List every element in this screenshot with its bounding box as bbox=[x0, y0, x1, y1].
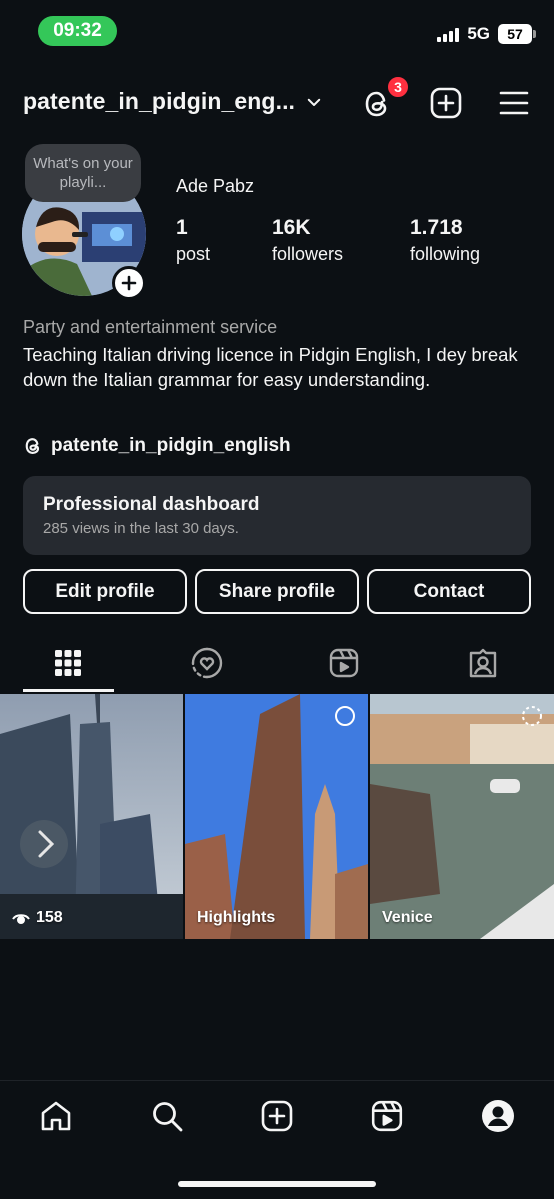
tab-collabs[interactable] bbox=[161, 643, 253, 683]
notification-badge: 3 bbox=[386, 75, 410, 99]
threads-handle: patente_in_pidgin_english bbox=[51, 435, 291, 456]
reels-icon bbox=[329, 648, 359, 678]
threads-link[interactable]: patente_in_pidgin_english bbox=[23, 435, 291, 457]
nav-create[interactable] bbox=[257, 1096, 297, 1136]
nav-home[interactable] bbox=[36, 1096, 76, 1136]
share-profile-button[interactable]: Share profile bbox=[195, 569, 359, 614]
dashboard-title: Professional dashboard bbox=[43, 494, 260, 515]
view-count: 158 bbox=[36, 909, 63, 926]
nav-search[interactable] bbox=[147, 1096, 187, 1136]
profile-icon bbox=[482, 1100, 514, 1132]
stat-label: following bbox=[410, 244, 481, 264]
stat-label: followers bbox=[272, 244, 344, 264]
status-time: 09:32 bbox=[38, 16, 117, 46]
username: patente_in_pidgin_eng... bbox=[23, 88, 296, 114]
nav-profile[interactable] bbox=[478, 1096, 518, 1136]
create-icon bbox=[261, 1100, 293, 1132]
grid-post-3[interactable]: Venice bbox=[370, 694, 554, 939]
grid-icon bbox=[55, 650, 81, 676]
post-thumbnail bbox=[0, 694, 183, 939]
nav-reels[interactable] bbox=[367, 1096, 407, 1136]
status-indicators: 5G 57 bbox=[437, 24, 536, 44]
dashboard-subtitle: 285 views in the last 30 days. bbox=[43, 520, 239, 537]
battery-level: 57 bbox=[507, 26, 523, 42]
tab-posts[interactable] bbox=[22, 643, 114, 683]
chevron-down-icon bbox=[307, 98, 321, 106]
stat-followers[interactable]: 16K followers bbox=[272, 216, 343, 265]
search-icon bbox=[153, 1102, 183, 1132]
note-bubble[interactable]: What's on your playli... bbox=[25, 144, 141, 202]
grid-post-2[interactable]: Highlights bbox=[185, 694, 368, 939]
stat-value: 1.718 bbox=[410, 216, 463, 239]
stat-value: 16K bbox=[272, 216, 311, 239]
display-name: Ade Pabz bbox=[176, 176, 255, 196]
eye-icon bbox=[12, 914, 30, 924]
cellular-signal-icon bbox=[437, 26, 460, 42]
stat-value: 1 bbox=[176, 216, 188, 239]
profile-category: Party and entertainment service bbox=[23, 317, 278, 337]
profile-bio: Teaching Italian driving licence in Pidg… bbox=[23, 344, 518, 390]
reels-icon bbox=[371, 1100, 403, 1132]
account-switcher[interactable]: patente_in_pidgin_eng... bbox=[23, 88, 323, 115]
contact-button[interactable]: Contact bbox=[367, 569, 531, 614]
active-tab-indicator bbox=[23, 689, 114, 692]
professional-dashboard[interactable]: Professional dashboard 285 views in the … bbox=[23, 476, 531, 555]
network-type: 5G bbox=[467, 24, 490, 43]
post-title: Highlights bbox=[197, 909, 276, 926]
post-view-count: 158 bbox=[12, 909, 63, 927]
post-title: Venice bbox=[382, 909, 433, 926]
hamburger-menu-icon bbox=[499, 91, 529, 115]
add-story-button[interactable] bbox=[112, 266, 146, 300]
plus-icon bbox=[121, 275, 137, 291]
threads-icon bbox=[25, 438, 40, 454]
collab-icon bbox=[191, 647, 223, 679]
edit-profile-button[interactable]: Edit profile bbox=[23, 569, 187, 614]
plus-square-icon bbox=[430, 87, 462, 119]
stat-following[interactable]: 1.718 following bbox=[410, 216, 480, 265]
create-button[interactable] bbox=[428, 85, 464, 121]
tab-reels[interactable] bbox=[298, 643, 390, 683]
tab-tagged[interactable] bbox=[437, 643, 529, 683]
battery-icon: 57 bbox=[498, 24, 536, 44]
grid-post-1[interactable]: 158 bbox=[0, 694, 183, 939]
tagged-icon bbox=[469, 648, 497, 678]
home-icon bbox=[41, 1101, 71, 1131]
stat-posts[interactable]: 1 post bbox=[176, 216, 210, 265]
stat-label: post bbox=[176, 244, 211, 264]
home-indicator bbox=[178, 1181, 376, 1187]
menu-button[interactable] bbox=[496, 85, 532, 121]
post-thumbnail bbox=[370, 694, 554, 939]
post-thumbnail bbox=[185, 694, 368, 939]
